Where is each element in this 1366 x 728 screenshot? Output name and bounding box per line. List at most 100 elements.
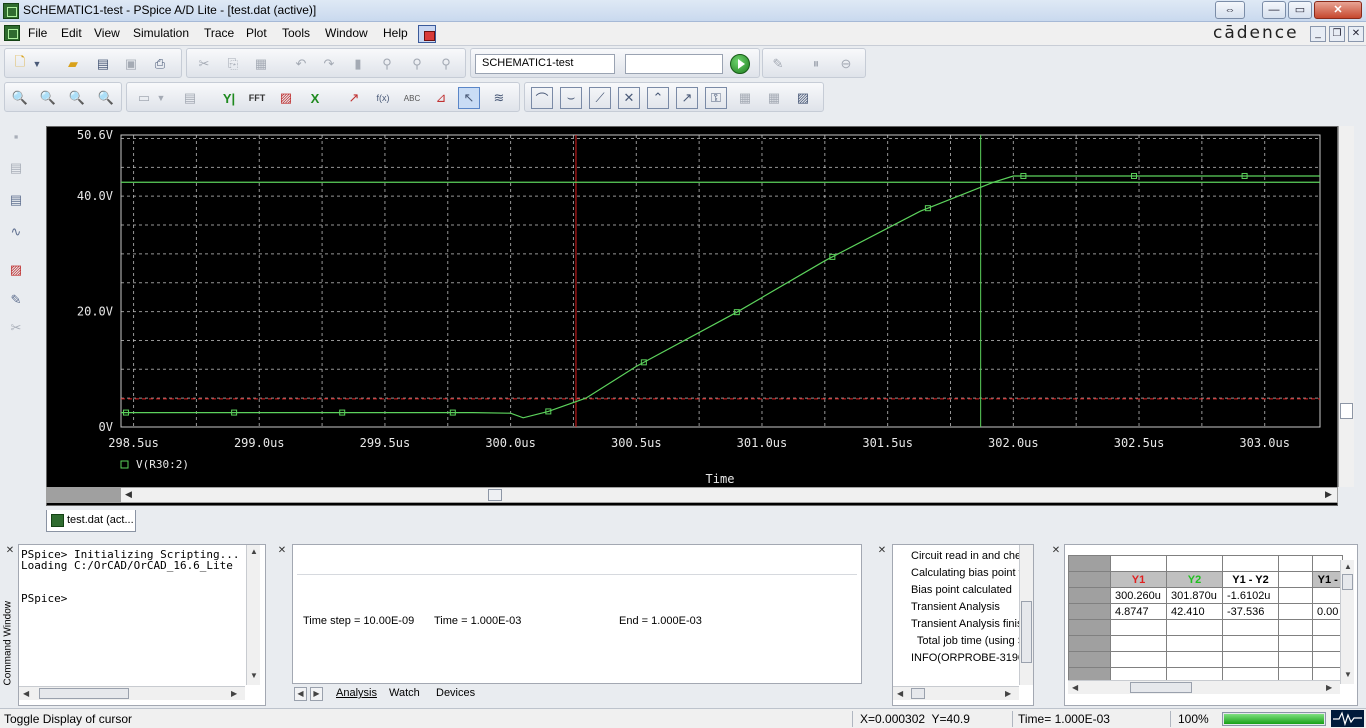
scroll-up-arrow[interactable]: ▲ bbox=[1344, 562, 1352, 571]
plot-vertical-scroll-thumb[interactable] bbox=[1340, 403, 1353, 419]
log-horizontal-scrollbar[interactable]: ◀ ▶ bbox=[893, 686, 1019, 700]
menu-simulation[interactable]: Simulation bbox=[133, 26, 189, 40]
command-window-pane[interactable]: PSpice> Initializing Scripting... Loadin… bbox=[18, 544, 266, 706]
trace-legend-label[interactable]: V(R30:2) bbox=[136, 458, 189, 471]
minimize-button[interactable]: — bbox=[1262, 1, 1286, 19]
simulation-profile-select[interactable]: SCHEMATIC1-test bbox=[475, 54, 615, 74]
simulation-log-pane[interactable]: Circuit read in and che Calculating bias… bbox=[892, 544, 1034, 706]
cursor-peak-icon[interactable]: ⌒ bbox=[531, 87, 553, 109]
scroll-up-arrow[interactable]: ▲ bbox=[250, 547, 258, 556]
table-row[interactable]: 300.260u 301.870u -1.6102u bbox=[1068, 587, 1344, 604]
output-file-icon[interactable]: ▤ bbox=[6, 190, 26, 210]
zoom-in-icon[interactable]: 🔍 bbox=[37, 87, 59, 109]
mark-icon[interactable]: ▮ bbox=[347, 53, 369, 75]
cursor-next-transition-icon[interactable]: ▦ bbox=[734, 87, 756, 109]
pause-simulation-icon[interactable]: ⏸ bbox=[805, 53, 827, 75]
menu-window[interactable]: Window bbox=[325, 26, 368, 40]
tab-watch[interactable]: Watch bbox=[389, 687, 420, 699]
cut-icon[interactable]: ✂ bbox=[193, 53, 215, 75]
cursor-max-icon[interactable]: ⌃ bbox=[647, 87, 669, 109]
edit-profile-icon[interactable]: ✎ bbox=[767, 53, 789, 75]
probe-current-icon[interactable]: ⚲ bbox=[406, 53, 428, 75]
log-x-icon[interactable]: ▭ bbox=[133, 87, 155, 109]
scroll-right-arrow[interactable]: ▶ bbox=[231, 689, 237, 698]
cascade-windows-icon[interactable] bbox=[418, 25, 436, 43]
delete-plot-icon[interactable]: ✂ bbox=[6, 318, 26, 338]
restore-window-icon[interactable]: ⇔ bbox=[1215, 1, 1245, 19]
scroll-down-arrow[interactable]: ▼ bbox=[250, 671, 258, 680]
edit-plot-icon[interactable]: ✎ bbox=[6, 290, 26, 310]
scroll-left-arrow[interactable]: ◀ bbox=[125, 489, 132, 500]
scroll-left-arrow[interactable]: ◀ bbox=[897, 689, 903, 698]
waveform-icon[interactable]: ∿ bbox=[6, 222, 26, 242]
menu-tools[interactable]: Tools bbox=[282, 26, 310, 40]
scroll-down-arrow[interactable]: ▼ bbox=[1344, 670, 1352, 679]
new-dropdown-icon[interactable]: ▼ bbox=[31, 53, 43, 75]
menu-file[interactable]: File bbox=[28, 26, 47, 40]
run-simulation-button[interactable] bbox=[730, 54, 750, 74]
probe-cursor-pane-close-icon[interactable]: ✕ bbox=[1050, 545, 1062, 557]
probe-horizontal-scroll-thumb[interactable] bbox=[1130, 682, 1192, 693]
log-vertical-scroll-thumb[interactable] bbox=[1021, 601, 1032, 663]
waveform-chart[interactable]: 50.6V 40.0V 20.0V 0V 298.5us 299.0us 299.5us 3… bbox=[47, 127, 1337, 487]
menu-view[interactable]: View bbox=[94, 26, 120, 40]
cursor-trough-icon[interactable]: ⌣ bbox=[560, 87, 582, 109]
document-system-menu-icon[interactable] bbox=[4, 25, 20, 41]
tab-scroll-right-icon[interactable]: ▶ bbox=[310, 687, 323, 701]
new-file-icon[interactable]: 🗋 bbox=[9, 53, 31, 75]
plot-window-template-icon[interactable]: ▨ bbox=[792, 87, 814, 109]
probe-plot-window[interactable]: 50.6V 40.0V 20.0V 0V 298.5us 299.0us 299.5us 3… bbox=[46, 126, 1338, 506]
scroll-right-arrow[interactable]: ▶ bbox=[1325, 489, 1332, 500]
trace-legend-marker[interactable] bbox=[120, 460, 129, 469]
open-folder-icon[interactable]: ▰ bbox=[62, 53, 84, 75]
fft-icon[interactable]: FFT bbox=[246, 87, 268, 109]
eval-measurement-icon[interactable]: f(x) bbox=[372, 87, 394, 109]
log-pane-close-icon[interactable]: ✕ bbox=[876, 545, 888, 557]
tab-test-dat[interactable]: test.dat (act... bbox=[46, 510, 136, 532]
log-x-dropdown-icon[interactable]: ▼ bbox=[155, 87, 167, 109]
plot-horizontal-scroll-thumb[interactable] bbox=[488, 489, 502, 501]
add-trace-icon[interactable]: ↗ bbox=[343, 87, 365, 109]
toggle-cursor-icon[interactable]: ⊿ bbox=[430, 87, 452, 109]
probe-vertical-scrollbar[interactable]: ▲ ▼ bbox=[1340, 560, 1354, 684]
log-horizontal-scroll-thumb[interactable] bbox=[911, 688, 925, 699]
cursor-prev-transition-icon[interactable]: ▦ bbox=[763, 87, 785, 109]
probe-voltage-icon[interactable]: ⚲ bbox=[376, 53, 398, 75]
cursor-min-icon[interactable]: ✕ bbox=[618, 87, 640, 109]
command-pane-close-icon[interactable]: ✕ bbox=[4, 545, 16, 557]
tab-scroll-left-icon[interactable]: ◀ bbox=[294, 687, 307, 701]
paste-icon[interactable]: ▦ bbox=[250, 53, 272, 75]
close-button[interactable]: ✕ bbox=[1314, 1, 1362, 19]
probe-horizontal-scrollbar[interactable]: ◀ ▶ bbox=[1068, 680, 1340, 694]
probe-vertical-scroll-thumb[interactable] bbox=[1342, 574, 1353, 590]
mdi-close-button[interactable]: ✕ bbox=[1348, 26, 1364, 42]
undo-icon[interactable]: ↶ bbox=[290, 53, 312, 75]
menu-trace[interactable]: Trace bbox=[204, 26, 234, 40]
scroll-left-arrow[interactable]: ◀ bbox=[23, 689, 29, 698]
plot-vertical-scrollbar[interactable] bbox=[1338, 126, 1354, 487]
add-plot-icon[interactable]: ▨ bbox=[6, 260, 26, 280]
scroll-right-arrow[interactable]: ▶ bbox=[1005, 689, 1011, 698]
command-horizontal-scrollbar[interactable]: ◀ ▶ bbox=[19, 686, 245, 700]
zoom-area-icon[interactable]: 🔍 bbox=[95, 87, 117, 109]
log-y-icon[interactable]: Y| bbox=[218, 87, 240, 109]
mdi-restore-button[interactable]: ❐ bbox=[1329, 26, 1345, 42]
log-vertical-scrollbar[interactable] bbox=[1019, 545, 1033, 685]
stop-simulation-icon[interactable]: ⊖ bbox=[835, 53, 857, 75]
comment-icon[interactable]: ▪ bbox=[6, 126, 26, 146]
menu-plot[interactable]: Plot bbox=[246, 26, 267, 40]
save-icon[interactable]: ▣ bbox=[120, 53, 142, 75]
tab-devices[interactable]: Devices bbox=[436, 687, 475, 699]
probe-power-icon[interactable]: ⚲ bbox=[435, 53, 457, 75]
select-pointer-icon[interactable]: ↖ bbox=[458, 87, 480, 109]
cursor-slope-icon[interactable]: ⟋ bbox=[589, 87, 611, 109]
zoom-out-icon[interactable]: 🔍 bbox=[66, 87, 88, 109]
table-row[interactable]: 4.8747 42.410 -37.536 0.00 bbox=[1068, 603, 1344, 620]
open-simulation-icon[interactable]: ▤ bbox=[92, 53, 114, 75]
scroll-left-arrow[interactable]: ◀ bbox=[1072, 683, 1078, 692]
cursor-search-icon[interactable]: ⚿ bbox=[705, 87, 727, 109]
notes-icon[interactable]: ▤ bbox=[6, 158, 26, 178]
redo-icon[interactable]: ↷ bbox=[318, 53, 340, 75]
performance-analysis-icon[interactable]: ▨ bbox=[275, 87, 297, 109]
menu-help[interactable]: Help bbox=[383, 26, 408, 40]
